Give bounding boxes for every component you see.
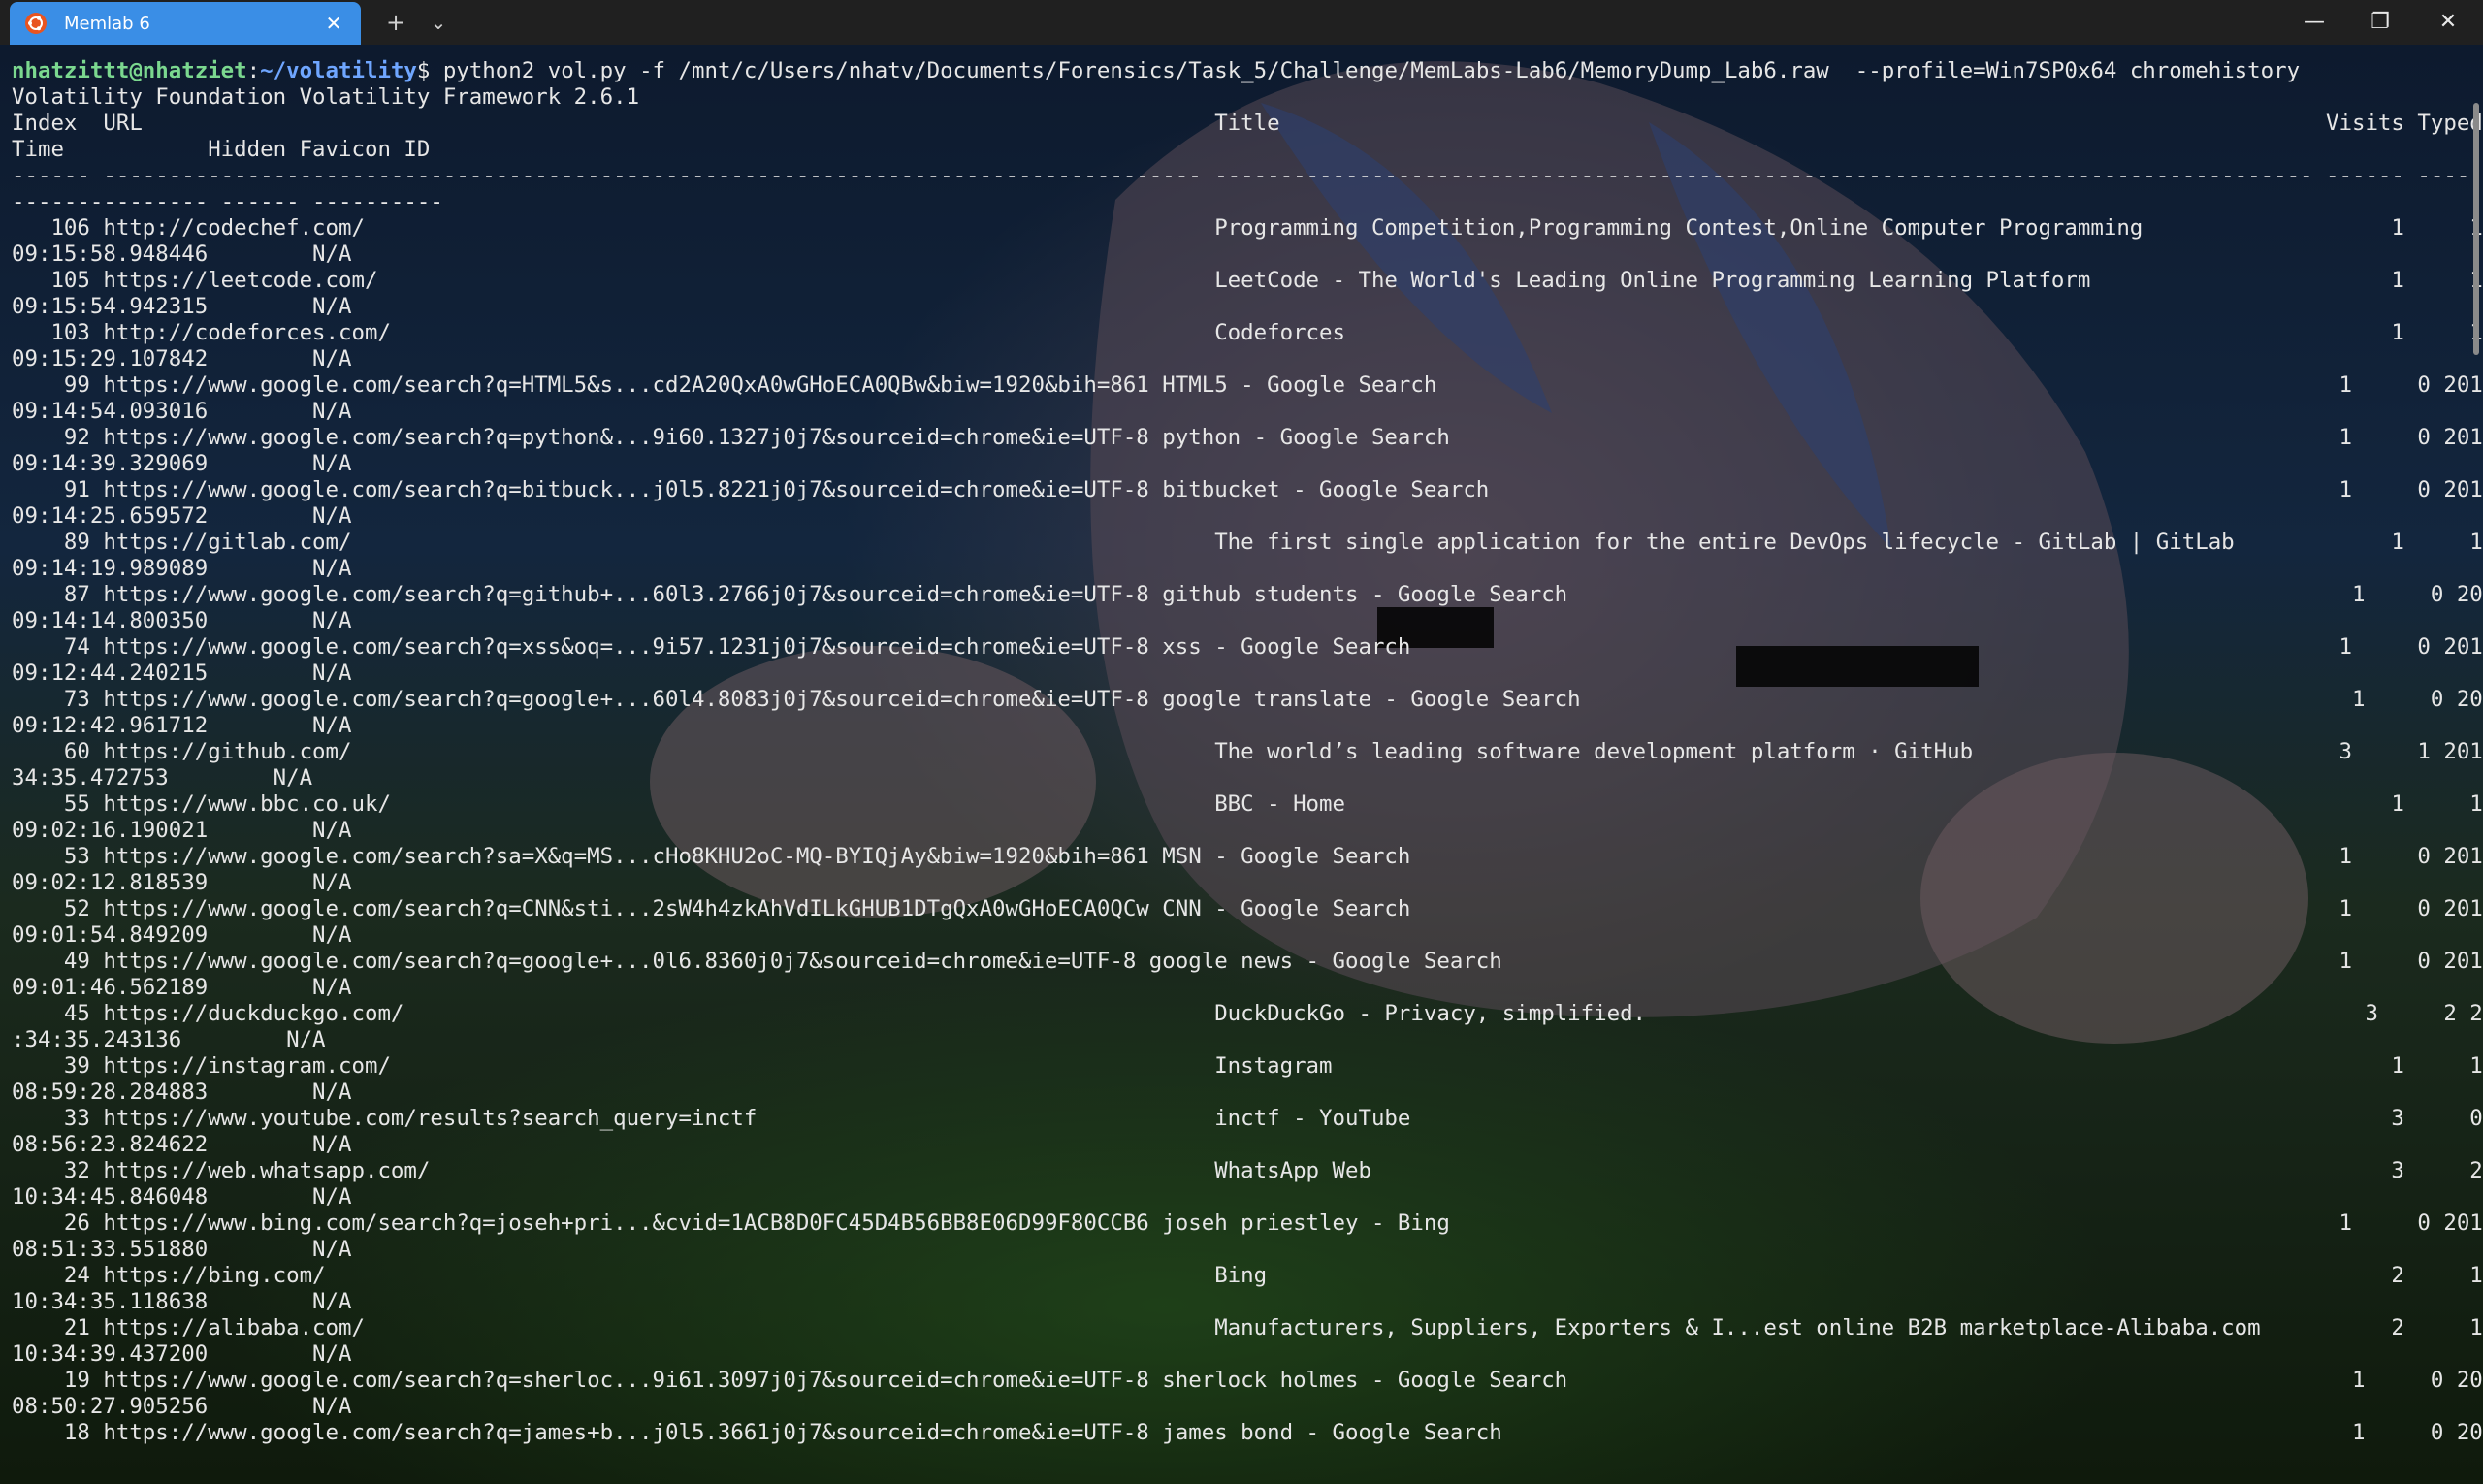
table-row: 99 https://www.google.com/search?q=HTML5… xyxy=(12,372,2483,398)
table-row: 08:51:33.551880 N/A xyxy=(12,1237,352,1262)
prompt-path: ~/volatility xyxy=(260,58,417,83)
table-row: 49 https://www.google.com/search?q=googl… xyxy=(12,949,2483,974)
table-row: 73 https://www.google.com/search?q=googl… xyxy=(12,687,2483,712)
command-prompt-line: nhatzittt@nhatziet:~/volatility$ python2… xyxy=(12,58,2471,84)
close-button[interactable]: ✕ xyxy=(2415,0,2481,45)
prompt-user-host: nhatzittt@nhatziet xyxy=(12,58,247,83)
table-row: 09:14:25.659572 N/A xyxy=(12,503,352,529)
table-row: 105 https://leetcode.com/ LeetCode - The… xyxy=(12,268,2483,293)
tab-title: Memlab 6 xyxy=(64,14,150,34)
maximize-button[interactable]: ❐ xyxy=(2347,0,2413,45)
table-separator-line: --------------- ------ ---------- xyxy=(12,189,443,214)
minimize-button[interactable]: — xyxy=(2281,0,2347,45)
title-bar: Memlab 6 ✕ + ⌄ — ❐ ✕ xyxy=(0,0,2483,45)
table-row xyxy=(12,1472,2471,1484)
table-row: 09:15:58.948446 N/A xyxy=(12,242,352,267)
table-row: 09:14:39.329069 N/A xyxy=(12,451,352,476)
prompt-command: python2 vol.py -f /mnt/c/Users/nhatv/Doc… xyxy=(430,58,2301,83)
table-header-line: Time Hidden Favicon ID xyxy=(12,137,431,162)
terminal-pane[interactable]: nhatzittt@nhatziet:~/volatility$ python2… xyxy=(0,45,2483,1484)
table-row: 08:59:28.284883 N/A xyxy=(12,1080,352,1105)
table-row: 08:50:27.905256 N/A xyxy=(12,1394,352,1419)
table-row: 10:34:45.846048 N/A xyxy=(12,1184,352,1210)
table-row: 10:34:39.437200 N/A xyxy=(12,1341,352,1367)
table-row: 92 https://www.google.com/search?q=pytho… xyxy=(12,425,2483,450)
table-row: 60 https://github.com/ The world’s leadi… xyxy=(12,739,2483,764)
table-row: 18 https://www.google.com/search?q=james… xyxy=(12,1420,2483,1445)
table-row: 33 https://www.youtube.com/results?searc… xyxy=(12,1106,2483,1131)
table-row: 24 https://bing.com/ Bing 2 1 2019-08-18 xyxy=(12,1263,2483,1288)
table-row: 39 https://instagram.com/ Instagram 1 1 … xyxy=(12,1053,2483,1079)
table-row: 89 https://gitlab.com/ The first single … xyxy=(12,530,2483,555)
tab-memlab-6[interactable]: Memlab 6 ✕ xyxy=(10,2,361,45)
table-row: 09:15:29.107842 N/A xyxy=(12,346,352,371)
table-row: :34:35.243136 N/A xyxy=(12,1027,326,1052)
table-row: 09:15:54.942315 N/A xyxy=(12,294,352,319)
table-row: 106 http://codechef.com/ Programming Com… xyxy=(12,215,2483,241)
table-row: 09:12:42.961712 N/A xyxy=(12,713,352,738)
table-row: 74 https://www.google.com/search?q=xss&o… xyxy=(12,634,2483,660)
table-row: 09:14:54.093016 N/A xyxy=(12,399,352,424)
table-row: 09:12:44.240215 N/A xyxy=(12,661,352,686)
table-row: 26 https://www.bing.com/search?q=joseh+p… xyxy=(12,1210,2483,1236)
table-row: 32 https://web.whatsapp.com/ WhatsApp We… xyxy=(12,1158,2483,1183)
table-row: 87 https://www.google.com/search?q=githu… xyxy=(12,582,2483,607)
new-tab-button[interactable]: + xyxy=(374,4,417,41)
prompt-separator: : xyxy=(246,58,261,83)
table-row: 09:02:16.190021 N/A xyxy=(12,818,352,843)
table-row: 21 https://alibaba.com/ Manufacturers, S… xyxy=(12,1315,2483,1340)
table-row: 09:02:12.818539 N/A xyxy=(12,870,352,895)
table-row: 19 https://www.google.com/search?q=sherl… xyxy=(12,1368,2483,1393)
table-row: 52 https://www.google.com/search?q=CNN&s… xyxy=(12,896,2483,921)
table-row: 09:14:14.800350 N/A xyxy=(12,608,352,633)
terminal-output: nhatzittt@nhatziet:~/volatility$ python2… xyxy=(12,58,2483,1484)
ubuntu-icon xyxy=(25,13,47,34)
scrollbar[interactable] xyxy=(2473,103,2479,355)
table-row: 08:56:23.824622 N/A xyxy=(12,1132,352,1157)
table-row: 34:35.472753 N/A xyxy=(12,765,313,790)
table-row: 53 https://www.google.com/search?sa=X&q=… xyxy=(12,844,2483,869)
prompt-symbol: $ xyxy=(416,58,431,83)
table-row: 91 https://www.google.com/search?q=bitbu… xyxy=(12,477,2483,502)
table-row: 103 http://codeforces.com/ Codeforces 1 … xyxy=(12,320,2483,345)
table-row: 09:14:19.989089 N/A xyxy=(12,556,352,581)
table-row: 09:01:46.562189 N/A xyxy=(12,975,352,1000)
table-row xyxy=(12,1446,2471,1472)
table-separator-line: ------ ---------------------------------… xyxy=(12,163,2483,188)
output-line: Volatility Foundation Volatility Framewo… xyxy=(12,84,640,110)
table-row: 55 https://www.bbc.co.uk/ BBC - Home 1 1… xyxy=(12,791,2483,817)
tab-dropdown-chevron-icon[interactable]: ⌄ xyxy=(417,4,460,41)
table-row: 10:34:35.118638 N/A xyxy=(12,1289,352,1314)
tab-close-icon[interactable]: ✕ xyxy=(318,8,349,39)
table-row: 45 https://duckduckgo.com/ DuckDuckGo - … xyxy=(12,1001,2483,1026)
table-row: 09:01:54.849209 N/A xyxy=(12,922,352,948)
table-header-line: Index URL Title Visits Typed Last Visit xyxy=(12,111,2483,136)
